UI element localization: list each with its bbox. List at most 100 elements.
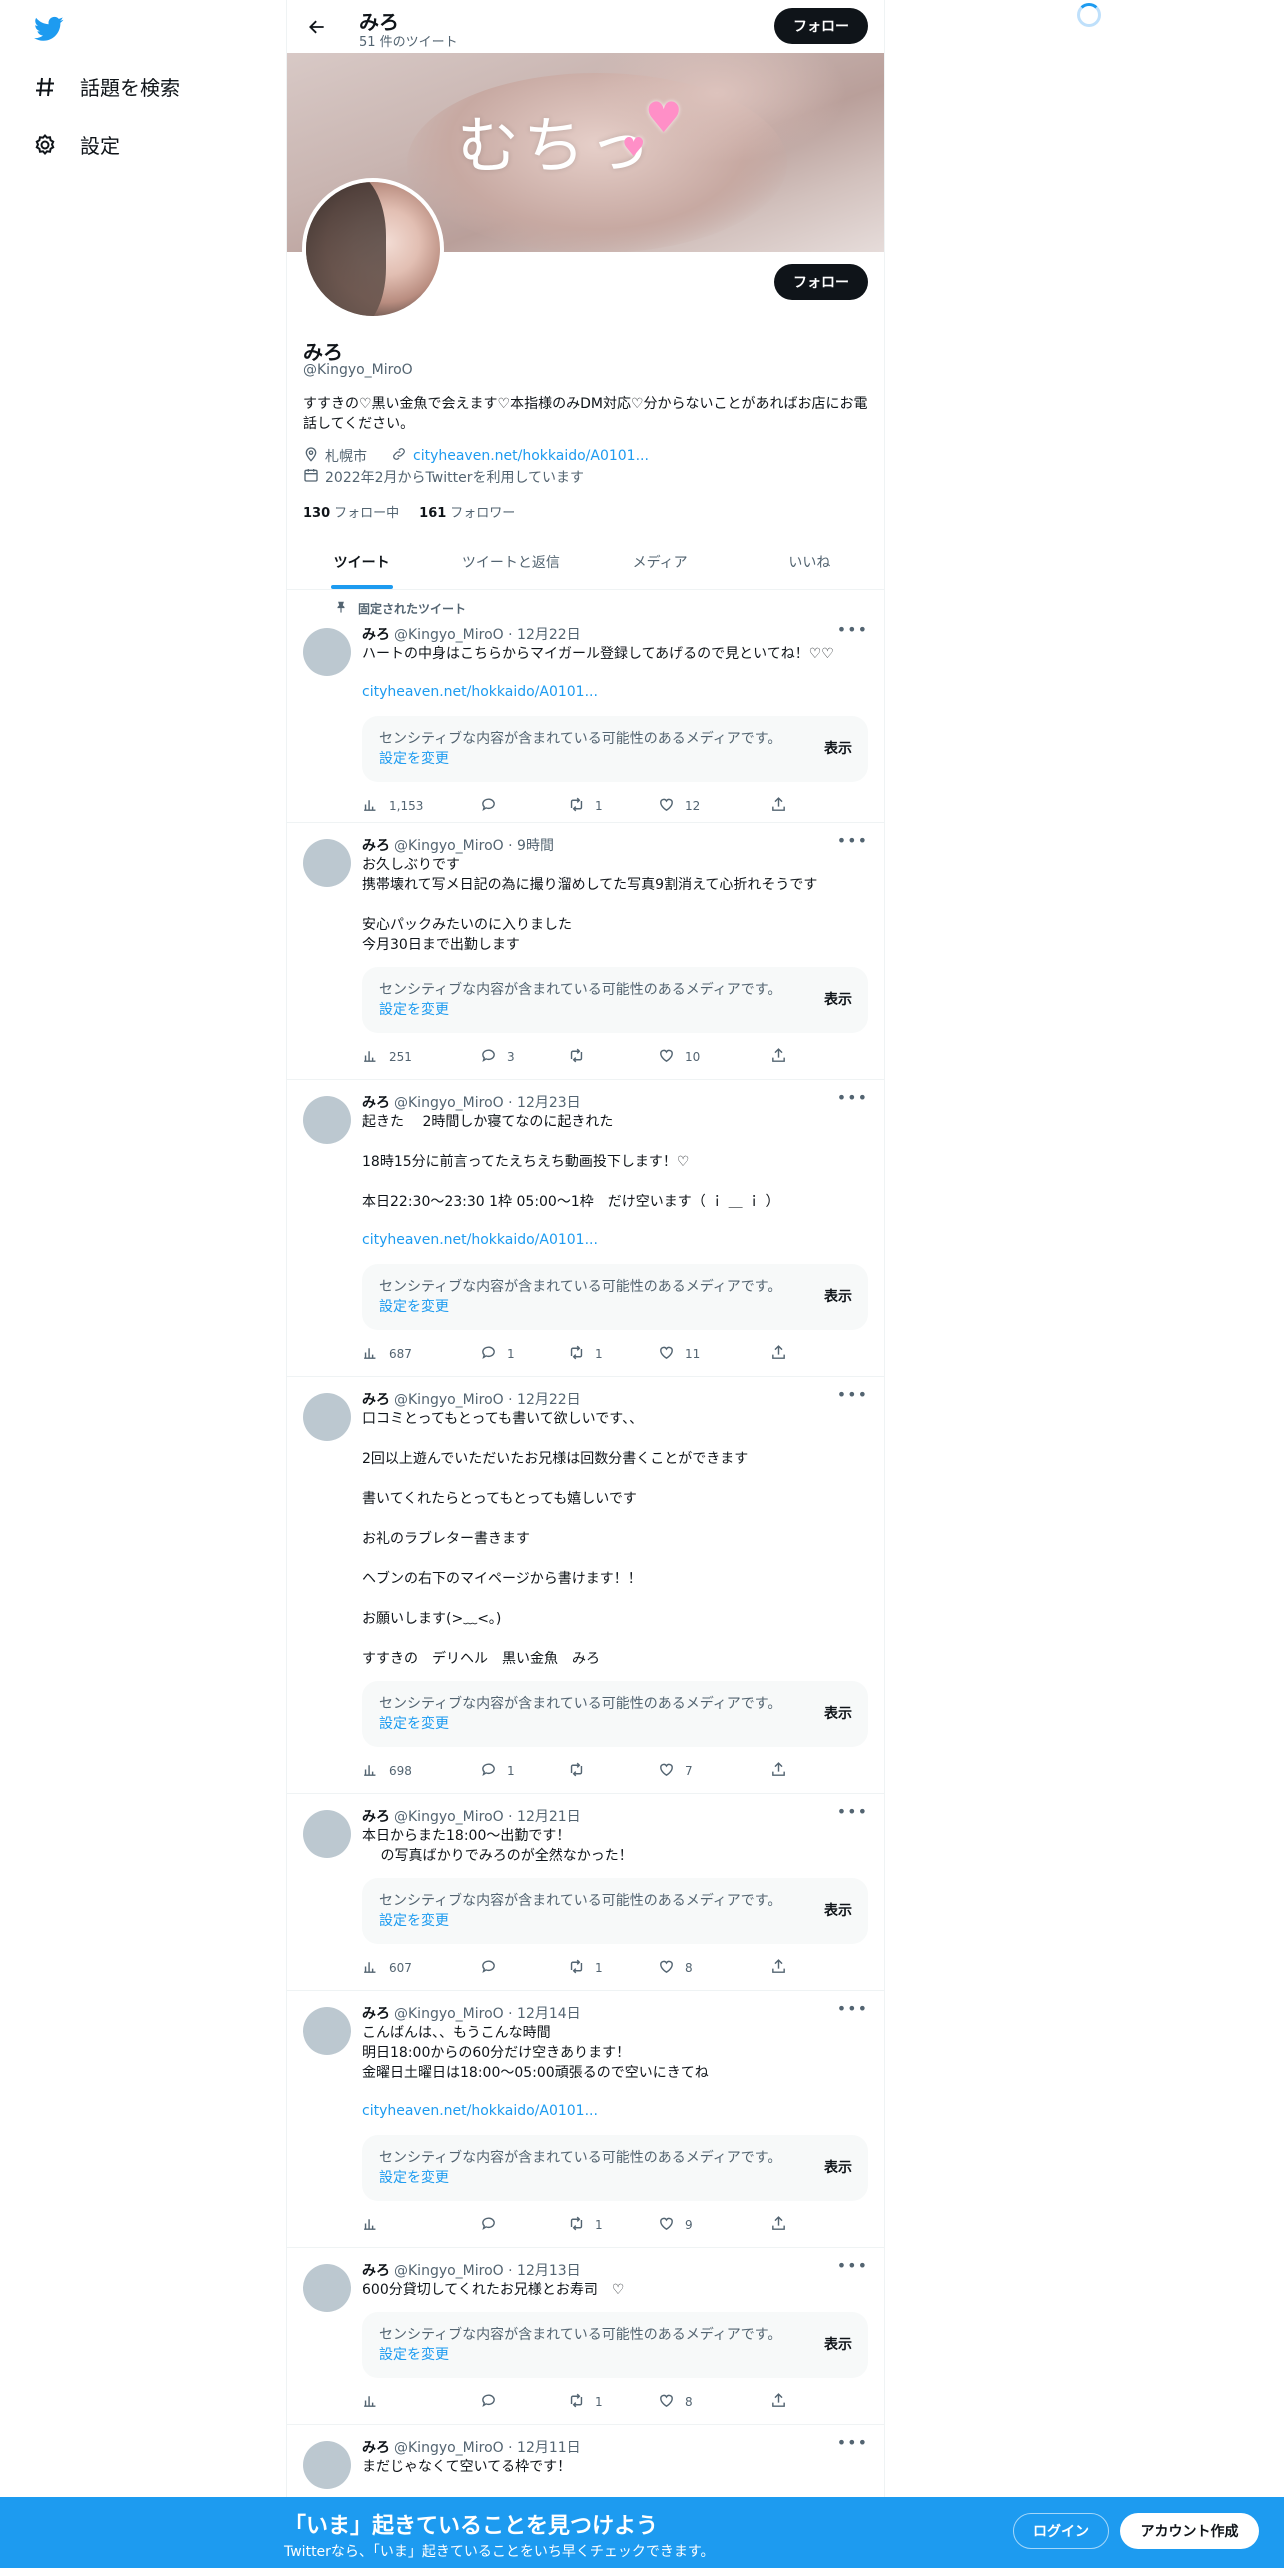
more-options-icon[interactable]: ••• [837,2433,868,2452]
show-media-button[interactable]: 表示 [824,1286,852,1306]
views-button[interactable]: 687 [362,1344,412,1364]
like-button[interactable]: 8 [658,1958,693,1978]
tweet-author-name[interactable]: みろ [362,2263,390,2279]
like-button[interactable]: 11 [658,1344,700,1364]
following-link[interactable]: 130 フォロー中 [303,502,399,521]
tweet-avatar[interactable] [303,2007,351,2055]
tweet-author-handle[interactable]: @Kingyo_MiroO [394,2440,504,2456]
retweet-button[interactable]: 1 [568,796,603,816]
tweet[interactable]: みろ @Kingyo_MiroO · 12月22日 ••• 口コミとってもとっても書い… [287,1377,884,1794]
tweet[interactable]: みろ @Kingyo_MiroO · 9時間 ••• お久しぶりです 携帯壊れて写メ日… [287,823,884,1080]
more-options-icon[interactable]: ••• [837,831,868,850]
reply-button[interactable] [480,2215,507,2235]
show-media-button[interactable]: 表示 [824,1703,852,1723]
tweet-time[interactable]: 12月21日 [517,1809,581,1825]
show-media-button[interactable]: 表示 [824,989,852,1009]
tweet-avatar[interactable] [303,1393,351,1441]
tweet-author-handle[interactable]: @Kingyo_MiroO [394,1809,504,1825]
tweet-link[interactable]: cityheaven.net/hokkaido/A0101... [362,1232,598,1248]
tweet[interactable]: みろ @Kingyo_MiroO · 12月21日 ••• 本日からまた18:00〜出… [287,1794,884,1991]
tweet[interactable]: みろ @Kingyo_MiroO · 12月13日 ••• 600分貸切してくれたお兄… [287,2248,884,2425]
views-button[interactable]: 607 [362,1958,412,1978]
tweet-author-name[interactable]: みろ [362,1095,390,1111]
retweet-button[interactable]: 1 [568,1344,603,1364]
back-arrow-icon[interactable] [303,13,331,41]
followers-link[interactable]: 161 フォロワー [419,502,515,521]
retweet-button[interactable] [568,1761,595,1781]
login-button[interactable]: ログイン [1013,2513,1109,2549]
tweet-time[interactable]: 12月22日 [517,627,581,643]
tweet-author-name[interactable]: みろ [362,1392,390,1408]
tweet-time[interactable]: 12月23日 [517,1095,581,1111]
tweet-link[interactable]: cityheaven.net/hokkaido/A0101... [362,2103,598,2119]
reply-button[interactable] [480,796,507,816]
twitter-logo-icon[interactable] [32,14,66,44]
change-settings-link[interactable]: 設定を変更 [379,2347,449,2363]
reply-button[interactable]: 1 [480,1344,515,1364]
tweet-author-handle[interactable]: @Kingyo_MiroO [394,1392,504,1408]
tweet-time[interactable]: 12月13日 [517,2263,581,2279]
tweet-avatar[interactable] [303,628,351,676]
tab-tweets-and-replies[interactable]: ツイートと返信 [436,535,585,589]
tab-media[interactable]: メディア [586,535,735,589]
retweet-button[interactable]: 1 [568,1958,603,1978]
tweet-time[interactable]: 12月14日 [517,2006,581,2022]
retweet-button[interactable] [568,1047,595,1067]
tweet[interactable]: 固定されたツイート みろ @Kingyo_MiroO · 12月22日 ••• ハートの… [287,590,884,823]
retweet-button[interactable]: 1 [568,2215,603,2235]
reply-button[interactable] [480,1958,507,1978]
tweet-time[interactable]: 9時間 [517,838,554,854]
like-button[interactable]: 12 [658,796,700,816]
like-button[interactable]: 9 [658,2215,693,2235]
nav-settings[interactable]: 設定 [32,130,120,159]
show-media-button[interactable]: 表示 [824,2157,852,2177]
more-options-icon[interactable]: ••• [837,1802,868,1821]
more-options-icon[interactable]: ••• [837,620,868,639]
change-settings-link[interactable]: 設定を変更 [379,2170,449,2186]
change-settings-link[interactable]: 設定を変更 [379,751,449,767]
tweet-author-name[interactable]: みろ [362,2440,390,2456]
tweet-author-handle[interactable]: @Kingyo_MiroO [394,627,504,643]
tweet-link[interactable]: cityheaven.net/hokkaido/A0101... [362,684,598,700]
signup-button[interactable]: アカウント作成 [1120,2513,1259,2549]
tweet-author-handle[interactable]: @Kingyo_MiroO [394,2006,504,2022]
tweet[interactable]: みろ @Kingyo_MiroO · 12月11日 ••• まだじゃなくて空いてる枠で… [287,2425,884,2505]
tweet-time[interactable]: 12月11日 [517,2440,581,2456]
tweet-avatar[interactable] [303,2264,351,2312]
profile-website-link[interactable]: cityheaven.net/hokkaido/A0101... [413,448,649,464]
reply-button[interactable]: 3 [480,1047,515,1067]
views-button[interactable]: 1,153 [362,796,423,816]
show-media-button[interactable]: 表示 [824,1900,852,1920]
more-options-icon[interactable]: ••• [837,2256,868,2275]
views-button[interactable] [362,2392,389,2412]
tweet-avatar[interactable] [303,1096,351,1144]
profile-avatar[interactable] [302,178,444,320]
share-button[interactable] [770,1344,787,1364]
views-button[interactable]: 698 [362,1761,412,1781]
more-options-icon[interactable]: ••• [837,1385,868,1404]
tweet-time[interactable]: 12月22日 [517,1392,581,1408]
tweet[interactable]: みろ @Kingyo_MiroO · 12月14日 ••• こんばんは、、もうこんな時… [287,1991,884,2248]
show-media-button[interactable]: 表示 [824,738,852,758]
tweet-avatar[interactable] [303,1810,351,1858]
change-settings-link[interactable]: 設定を変更 [379,1002,449,1018]
change-settings-link[interactable]: 設定を変更 [379,1716,449,1732]
views-button[interactable] [362,2215,389,2235]
tab-likes[interactable]: いいね [735,535,884,589]
tweet-author-handle[interactable]: @Kingyo_MiroO [394,2263,504,2279]
share-button[interactable] [770,796,787,816]
share-button[interactable] [770,2215,787,2235]
tweet[interactable]: みろ @Kingyo_MiroO · 12月23日 ••• 起きた 2時間しか寝てなの… [287,1080,884,1377]
share-button[interactable] [770,1958,787,1978]
header-follow-button[interactable]: フォロー [774,8,868,44]
tweet-author-handle[interactable]: @Kingyo_MiroO [394,1095,504,1111]
tweet-author-name[interactable]: みろ [362,627,390,643]
like-button[interactable]: 8 [658,2392,693,2412]
show-media-button[interactable]: 表示 [824,2334,852,2354]
more-options-icon[interactable]: ••• [837,1088,868,1107]
change-settings-link[interactable]: 設定を変更 [379,1913,449,1929]
views-button[interactable]: 251 [362,1047,412,1067]
tweet-author-name[interactable]: みろ [362,838,390,854]
tweet-avatar[interactable] [303,2441,351,2489]
more-options-icon[interactable]: ••• [837,1999,868,2018]
